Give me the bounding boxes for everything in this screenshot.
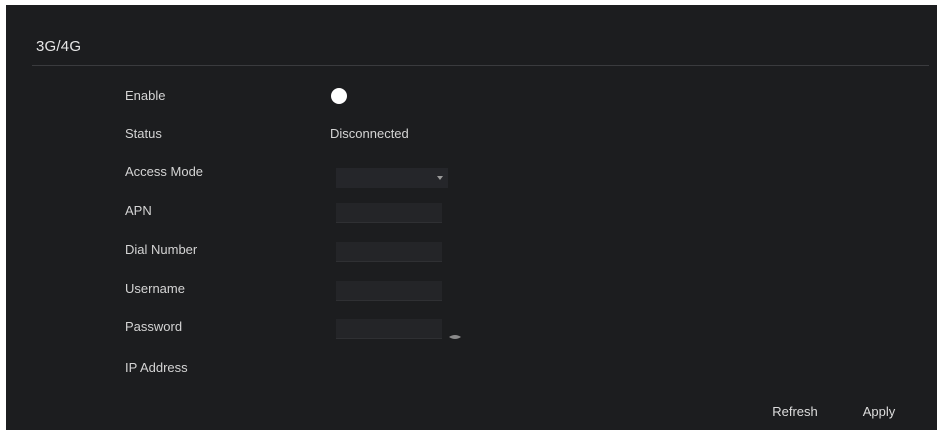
- status-label: Status: [125, 126, 162, 141]
- apn-label: APN: [125, 203, 152, 218]
- username-label: Username: [125, 281, 185, 296]
- apply-button[interactable]: Apply: [854, 398, 904, 424]
- dial-number-label: Dial Number: [125, 242, 198, 257]
- apn-input[interactable]: [336, 203, 442, 223]
- username-input[interactable]: [336, 281, 442, 301]
- access-mode-label: Access Mode: [125, 164, 204, 179]
- enable-label: Enable: [125, 88, 166, 103]
- title-divider: [32, 65, 929, 66]
- status-value: Disconnected: [330, 126, 409, 141]
- dial-number-input[interactable]: [336, 242, 442, 262]
- password-label: Password: [125, 319, 183, 334]
- toggle-knob: [331, 88, 347, 104]
- enable-toggle[interactable]: [331, 88, 359, 104]
- access-mode-select[interactable]: [336, 168, 448, 188]
- chevron-down-icon: [437, 176, 443, 180]
- eye-icon[interactable]: [449, 327, 461, 339]
- ip-address-label: IP Address: [125, 360, 188, 375]
- password-input[interactable]: [336, 319, 442, 339]
- refresh-button[interactable]: Refresh: [770, 398, 820, 424]
- network-3g4g-panel: 3G/4G Enable Status Disconnected Access …: [6, 5, 937, 430]
- section-title: 3G/4G: [36, 38, 82, 55]
